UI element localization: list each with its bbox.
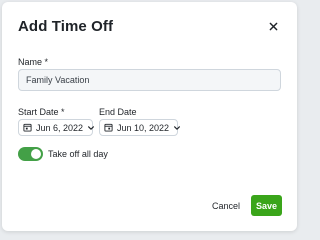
start-date-label: Start Date * (18, 107, 65, 117)
add-time-off-dialog: Add Time Off Name * Start Date * Jun 6, … (2, 2, 297, 231)
save-button[interactable]: Save (251, 195, 282, 216)
cancel-button[interactable]: Cancel (208, 196, 244, 216)
all-day-label: Take off all day (48, 149, 108, 159)
toggle-knob (31, 149, 41, 159)
calendar-icon (23, 123, 32, 132)
name-label: Name * (18, 57, 49, 67)
end-date-label: End Date (99, 107, 137, 117)
start-date-picker[interactable]: Jun 6, 2022 (18, 119, 95, 136)
close-icon (269, 22, 277, 30)
end-date-value: Jun 10, 2022 (117, 122, 170, 133)
close-button[interactable] (263, 16, 283, 36)
chevron-down-icon (87, 124, 95, 132)
end-date-picker[interactable]: Jun 10, 2022 (99, 119, 181, 136)
name-input[interactable] (18, 69, 281, 91)
dialog-title: Add Time Off (18, 18, 114, 35)
calendar-icon (104, 123, 113, 132)
start-date-value: Jun 6, 2022 (36, 122, 84, 133)
chevron-down-icon (173, 124, 181, 132)
all-day-toggle[interactable] (18, 147, 43, 161)
